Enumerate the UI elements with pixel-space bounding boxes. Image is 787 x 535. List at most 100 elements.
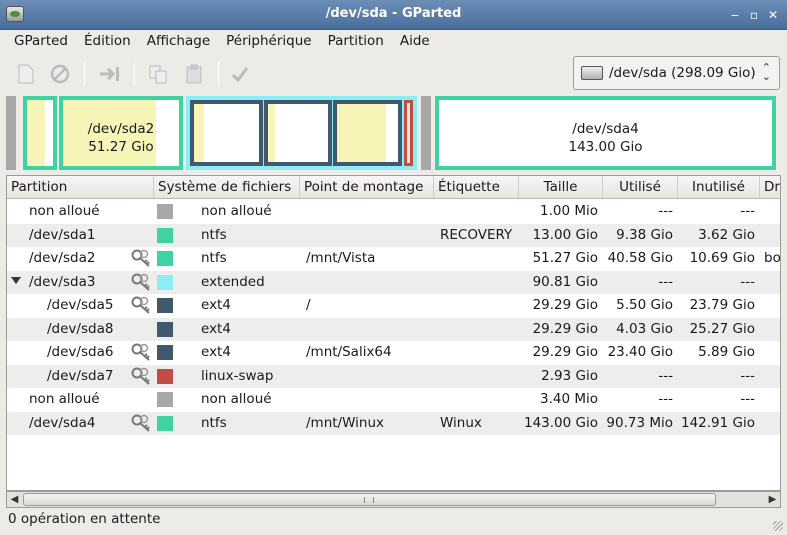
scroll-right-icon[interactable]: ▶ <box>765 492 780 507</box>
menu-edition[interactable]: Édition <box>76 30 139 54</box>
cell-size: 2.93 Gio <box>541 367 598 384</box>
new-icon[interactable] <box>14 62 38 86</box>
cell-partition: /dev/sda8 <box>47 320 114 337</box>
col-mountpoint[interactable]: Point de montage <box>300 176 434 198</box>
col-partition[interactable]: Partition <box>7 176 154 198</box>
cell-unused: 5.89 Gio <box>698 344 755 360</box>
table-row[interactable]: /dev/sda8 ext4 29.29 Gio 4.03 Gio 25.27 Gio <box>7 317 780 341</box>
cell-size: 29.29 Gio <box>532 344 598 360</box>
table-row[interactable]: /dev/sda6 ext4/mnt/Salix64 29.29 Gio 23.40 … <box>7 341 780 365</box>
harddisk-icon <box>581 66 603 80</box>
toolbar-separator <box>218 62 219 86</box>
disk-graphic: /dev/sda2 51.27 Gio /dev/sda4 143.00 Gio <box>6 96 781 172</box>
cell-unused: --- <box>740 391 755 407</box>
toolbar-separator <box>134 62 135 86</box>
table-row[interactable]: non alloué non alloué 3.40 Mio --- --- <box>7 388 780 412</box>
cell-filesystem: linux-swap <box>201 367 274 384</box>
key-icon <box>131 413 153 433</box>
cell-size: 3.40 Mio <box>539 391 598 407</box>
cell-filesystem: ntfs <box>201 226 227 243</box>
cell-size: 29.29 Gio <box>532 297 598 313</box>
menu-gparted[interactable]: GParted <box>6 30 76 54</box>
table-row[interactable]: /dev/sda5 ext4 / 29.29 Gio 5.50 Gio 23.79 Gio <box>7 294 780 318</box>
table-row[interactable]: /dev/sda7 linux-swap 2.93 Gio --- --- <box>7 364 780 388</box>
cell-unused: 10.69 Gio <box>689 250 755 266</box>
col-label[interactable]: Étiquette <box>434 176 519 198</box>
cell-unused: --- <box>740 273 755 290</box>
diskmap-sda4-size: 143.00 Gio <box>568 139 643 155</box>
diskmap-sda3-extended[interactable] <box>186 96 417 170</box>
cell-used: --- <box>658 391 673 407</box>
maximize-button[interactable]: ▫ <box>747 8 761 22</box>
resize-move-icon[interactable] <box>98 62 122 86</box>
filesystem-color-swatch <box>157 415 173 431</box>
diskmap-unallocated[interactable] <box>6 96 16 170</box>
col-filesystem[interactable]: Système de fichiers <box>154 176 300 198</box>
apply-icon[interactable] <box>228 62 252 86</box>
paste-icon[interactable] <box>182 62 206 86</box>
diskmap-unallocated-2[interactable] <box>421 96 431 170</box>
table-row[interactable]: /dev/sda2 ntfs/mnt/Vista 51.27 Gio 40.58 Gi… <box>7 247 781 271</box>
filesystem-color-swatch <box>157 227 173 243</box>
cell-partition: /dev/sda7 <box>47 367 114 384</box>
diskmap-sda5[interactable] <box>190 100 263 166</box>
status-bar: 0 opération en attente <box>0 508 787 535</box>
cell-label: Winux <box>440 414 482 431</box>
table-row[interactable]: /dev/sda3 extended 90.81 Gio --- --- <box>7 270 780 294</box>
cell-filesystem: non alloué <box>201 391 272 407</box>
cell-mountpoint: /mnt/Salix64 <box>306 344 392 360</box>
cell-filesystem: ntfs <box>201 414 227 431</box>
menu-peripherique[interactable]: Périphérique <box>218 30 319 54</box>
copy-icon[interactable] <box>146 62 170 86</box>
cell-filesystem: ntfs <box>201 250 227 266</box>
diskmap-sda1[interactable] <box>23 96 57 170</box>
menu-affichage[interactable]: Affichage <box>139 30 218 54</box>
col-size[interactable]: Taille <box>519 176 603 198</box>
minimize-button[interactable]: ‒ <box>728 8 742 22</box>
cell-used: 90.73 Mio <box>606 414 673 431</box>
resize-grip-icon[interactable] <box>773 521 783 531</box>
scrollbar-thumb[interactable] <box>23 493 716 506</box>
device-selector[interactable]: /dev/sda (298.09 Gio) ⌃ ⌄ <box>573 56 780 90</box>
col-unused[interactable]: Inutilisé <box>678 176 760 198</box>
table-row[interactable]: non alloué non alloué 1.00 Mio --- --- <box>7 200 780 224</box>
col-used[interactable]: Utilisé <box>603 176 678 198</box>
cell-size: 51.27 Gio <box>532 250 598 266</box>
title-bar: /dev/sda - GParted ‒ ▫ ✕ <box>0 0 787 30</box>
cell-mountpoint: /mnt/Winux <box>306 414 385 431</box>
menu-partition[interactable]: Partition <box>320 30 392 54</box>
close-button[interactable]: ✕ <box>766 8 780 22</box>
cell-partition: /dev/sda1 <box>29 226 96 243</box>
scroll-left-icon[interactable]: ◀ <box>7 492 22 507</box>
cell-partition: /dev/sda2 <box>29 250 96 266</box>
menu-bar: GParted Édition Affichage Périphérique P… <box>0 30 787 54</box>
cell-size: 90.81 Gio <box>532 273 598 290</box>
key-icon <box>131 272 153 292</box>
filesystem-color-swatch <box>157 274 173 290</box>
cell-size: 13.00 Gio <box>532 226 598 243</box>
filesystem-color-swatch <box>157 368 173 384</box>
expander-icon[interactable] <box>11 276 21 284</box>
cell-used: 9.38 Gio <box>616 226 673 243</box>
diskmap-sda8[interactable] <box>264 100 332 166</box>
filesystem-color-swatch <box>157 392 173 407</box>
cell-filesystem: ext4 <box>201 320 231 337</box>
diskmap-sda2-size: 51.27 Gio <box>88 139 154 155</box>
cell-size: 143.00 Gio <box>524 414 598 431</box>
cell-mountpoint: /mnt/Vista <box>306 250 376 266</box>
diskmap-sda2[interactable]: /dev/sda2 51.27 Gio <box>59 96 183 170</box>
table-row[interactable]: /dev/sda1 ntfs RECOVERY 13.00 Gio 9.38 Gio 3.… <box>7 223 780 247</box>
diskmap-sda4[interactable]: /dev/sda4 143.00 Gio <box>435 96 776 170</box>
diskmap-sda6[interactable] <box>333 100 402 166</box>
delete-icon[interactable] <box>48 62 72 86</box>
diskmap-sda4-name: /dev/sda4 <box>572 121 639 137</box>
table-row[interactable]: /dev/sda4 ntfs/mnt/Winux Winux 143.00 Gio 90… <box>7 411 780 435</box>
cell-flags: bo <box>764 250 781 266</box>
menu-aide[interactable]: Aide <box>392 30 438 54</box>
filesystem-color-swatch <box>157 321 173 337</box>
toolbar-separator <box>84 62 85 86</box>
horizontal-scrollbar[interactable]: ◀ ▶ <box>6 491 781 508</box>
col-flags[interactable]: Dr <box>760 176 780 198</box>
diskmap-sda7[interactable] <box>404 100 413 166</box>
cell-partition: /dev/sda6 <box>47 344 114 360</box>
